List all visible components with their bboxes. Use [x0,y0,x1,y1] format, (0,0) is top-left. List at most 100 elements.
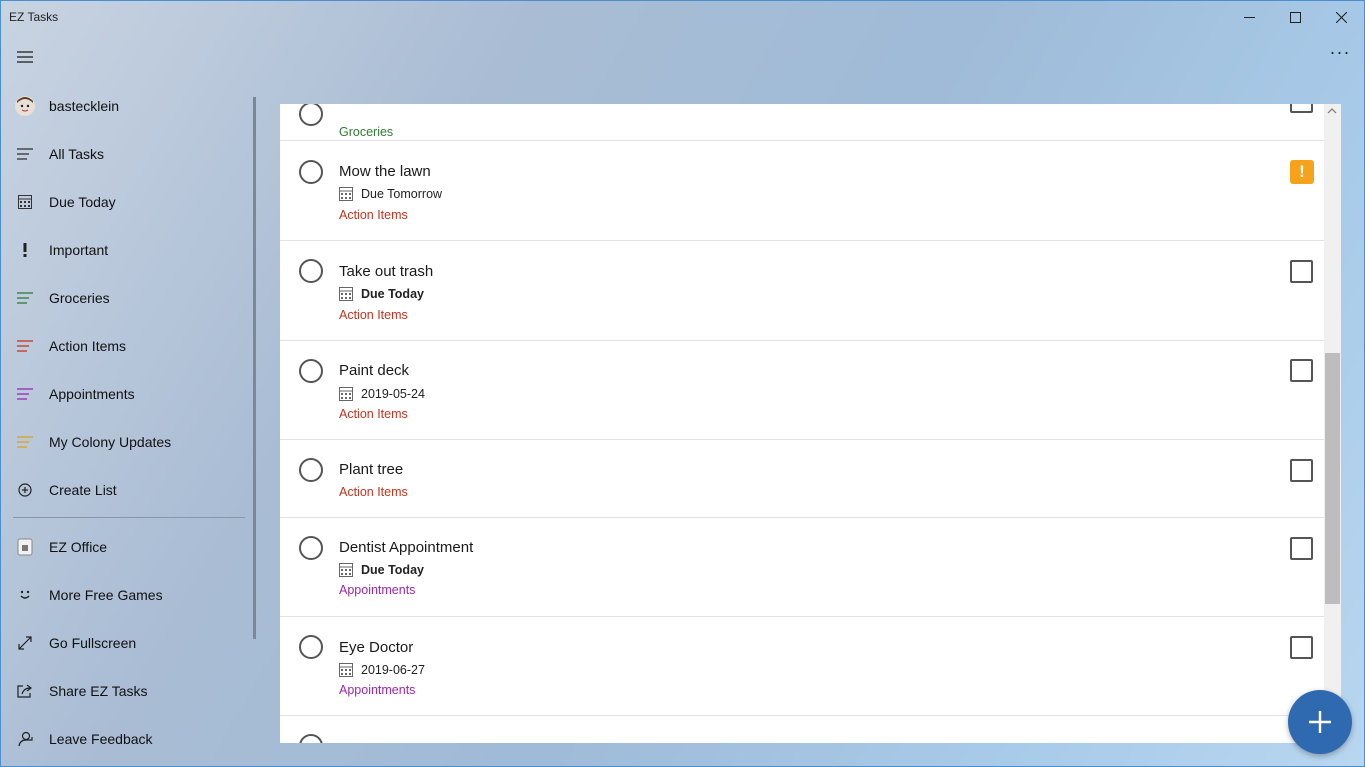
task-row[interactable]: Groceries [280,104,1324,141]
task-due: 2019-05-24 [339,387,425,401]
task-due-text: 2019-06-27 [361,663,425,677]
sidebar-item-due-today[interactable]: Due Today [0,178,250,226]
task-row[interactable]: Dentist Appointment Due Today Appointmen… [280,518,1324,617]
sidebar-item-label: Important [49,242,109,258]
task-title: Plant tree [339,461,404,478]
calendar-icon [339,663,353,677]
task-list-name: Action Items [339,208,408,222]
app-title: EZ Tasks [9,10,59,24]
sidebar-item-label: Create List [49,482,117,498]
calendar-icon [339,187,353,201]
important-checkbox[interactable] [1290,537,1313,560]
sidebar-item-ez-office[interactable]: EZ Office [0,523,250,571]
task-list-scrollbar[interactable] [1324,104,1341,743]
maximize-button[interactable] [1272,0,1318,34]
sidebar-item-label: All Tasks [49,146,104,162]
sidebar-item-create-list[interactable]: Create List [0,466,250,514]
task-row[interactable]: Paint deck 2019-05-24 Action Items [280,341,1324,440]
task-title: Dentist Appointment [339,539,474,556]
complete-task-radio[interactable] [299,359,323,383]
task-row[interactable]: Mow the lawn Due Tomorrow Action Items ! [280,141,1324,241]
calendar-icon [339,563,353,577]
list-icon [14,431,36,453]
sidebar-item-my-colony-updates[interactable]: My Colony Updates [0,418,250,466]
sidebar-item-important[interactable]: Important [0,226,250,274]
sidebar-item-label: bastecklein [49,98,120,114]
sidebar-item-user[interactable]: bastecklein [0,82,250,130]
task-title: Paint deck [339,362,410,379]
avatar-icon [15,96,35,116]
important-checkbox[interactable] [1290,459,1313,482]
task-list-panel: Groceries Mow the lawn Due Tomorrow Acti… [280,104,1341,743]
add-task-button[interactable] [1288,690,1352,754]
complete-task-radio[interactable] [299,458,323,482]
minimize-button[interactable] [1226,0,1272,34]
sidebar-item-label: My Colony Updates [49,434,172,450]
hamburger-menu-button[interactable] [12,46,38,68]
sidebar-item-label: More Free Games [49,587,163,603]
sidebar-item-label: Appointments [49,386,135,402]
sidebar-item-go-fullscreen[interactable]: Go Fullscreen [0,619,250,667]
scroll-up-arrow-icon[interactable] [1327,107,1337,115]
close-button[interactable] [1318,0,1364,34]
sidebar-item-label: EZ Office [49,539,108,555]
scrollbar-thumb[interactable] [1325,353,1340,604]
calendar-icon [14,191,36,213]
sidebar-item-label: Leave Feedback [49,731,153,747]
task-list-name: Appointments [339,683,416,697]
complete-task-radio[interactable] [299,734,323,743]
calendar-icon [339,387,353,401]
complete-task-radio[interactable] [299,160,323,184]
important-checkbox[interactable] [1290,359,1313,382]
task-due-text: Due Today [361,563,424,577]
sidebar-item-label: Due Today [49,194,116,210]
sidebar-item-groceries[interactable]: Groceries [0,274,250,322]
important-flag-icon[interactable]: ! [1290,160,1314,184]
task-due: Due Today [339,563,424,577]
sidebar-item-appointments[interactable]: Appointments [0,370,250,418]
task-row[interactable]: Plant tree Action Items [280,440,1324,518]
complete-task-radio[interactable] [299,536,323,560]
sidebar-item-label: Share EZ Tasks [49,683,148,699]
important-checkbox[interactable] [1290,104,1313,113]
maximize-icon [1289,11,1301,23]
minimize-icon [1243,16,1255,18]
fullscreen-icon [14,632,36,654]
sidebar-item-action-items[interactable]: Action Items [0,322,250,370]
complete-task-radio[interactable] [299,104,323,126]
task-title: Mow the lawn [339,163,431,180]
important-checkbox[interactable] [1290,260,1313,283]
exclamation-icon [14,239,36,261]
sidebar-item-label: Groceries [49,290,110,306]
task-list-name: Action Items [339,407,408,421]
more-options-button[interactable]: ··· [1322,42,1358,66]
task-list-name: Action Items [339,485,408,499]
sidebar-item-label: Action Items [49,338,127,354]
sidebar-item-label: Go Fullscreen [49,635,137,651]
sidebar-scrollbar[interactable] [253,97,256,639]
list-icon [14,383,36,405]
smile-icon [14,584,36,606]
list-icon [14,143,36,165]
task-row[interactable] [280,716,1324,743]
sidebar-item-more-free-games[interactable]: More Free Games [0,571,250,619]
close-icon [1335,11,1347,23]
sidebar-item-all-tasks[interactable]: All Tasks [0,130,250,178]
task-row[interactable]: Take out trash Due Today Action Items [280,241,1324,341]
sidebar-item-share-ez-tasks[interactable]: Share EZ Tasks [0,667,250,715]
task-title: Eye Doctor [339,639,414,656]
task-title: Take out trash [339,263,434,280]
plus-icon [1309,711,1331,733]
sidebar-divider [13,517,245,518]
important-checkbox[interactable] [1290,636,1313,659]
task-due-text: 2019-05-24 [361,387,425,401]
add-circle-icon [14,479,36,501]
share-icon [14,680,36,702]
task-due: Due Today [339,287,424,301]
sidebar-item-leave-feedback[interactable]: Leave Feedback [0,715,250,763]
complete-task-radio[interactable] [299,259,323,283]
complete-task-radio[interactable] [299,635,323,659]
task-list-name: Action Items [339,308,408,322]
task-row[interactable]: Eye Doctor 2019-06-27 Appointments [280,617,1324,716]
list-icon [14,287,36,309]
